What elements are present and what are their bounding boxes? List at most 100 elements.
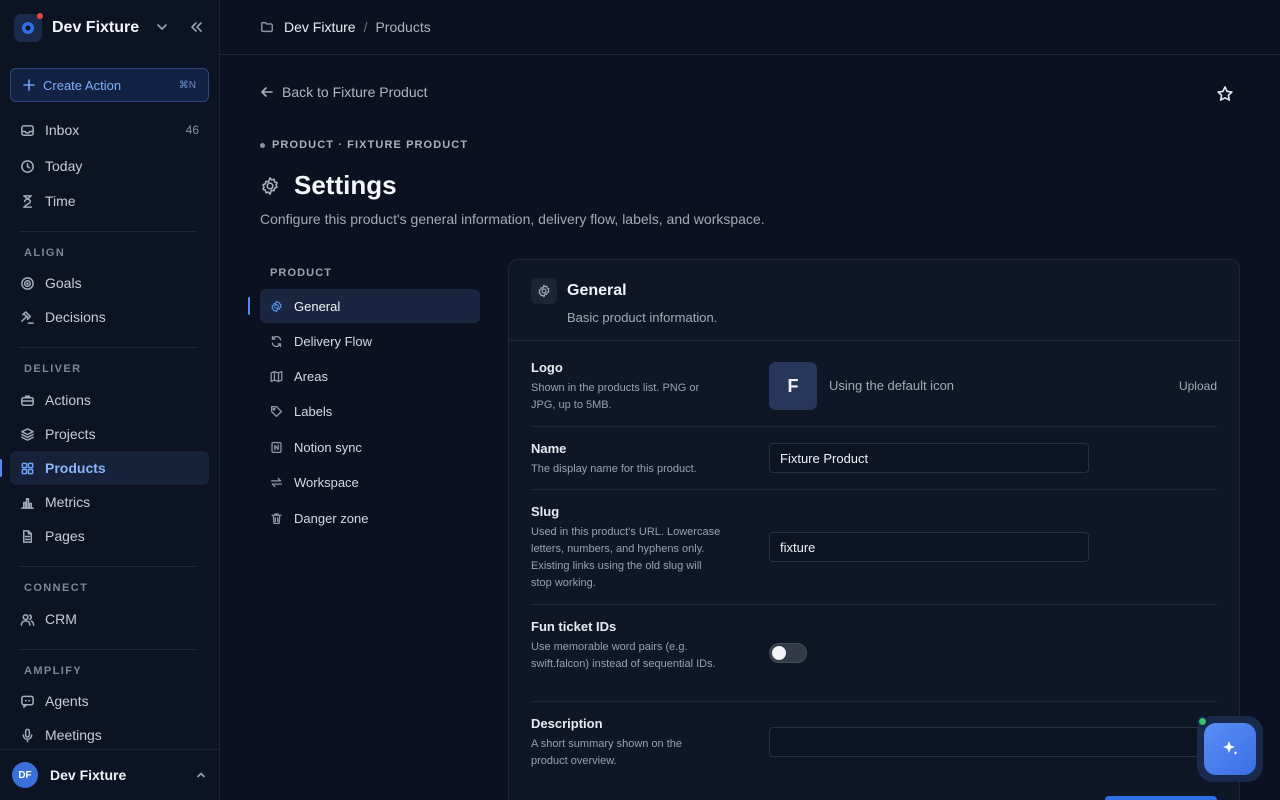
gavel-icon: [21, 310, 34, 324]
settings-nav-heading: PRODUCT: [270, 267, 333, 279]
assistant-button[interactable]: [1197, 716, 1263, 782]
arrow-left-icon: [261, 87, 273, 97]
nav-item-today[interactable]: Today: [10, 149, 209, 183]
nav-item-label: Actions: [45, 392, 91, 408]
settings-nav-notion-sync[interactable]: Notion sync: [260, 430, 480, 464]
favorite-star-icon[interactable]: [1216, 85, 1234, 103]
settings-nav-label: General: [294, 298, 341, 314]
breadcrumb-workspace[interactable]: Dev Fixture: [284, 19, 356, 35]
settings-nav-label: Areas: [294, 368, 328, 384]
nav-item-metrics[interactable]: Metrics: [10, 485, 209, 519]
map-icon: [270, 370, 283, 382]
settings-nav-labels[interactable]: Labels: [260, 394, 480, 428]
breadcrumb-separator: /: [363, 19, 368, 35]
gear-icon: [271, 300, 282, 312]
fun-ticket-ids-toggle[interactable]: [769, 643, 807, 663]
settings-nav-label: Delivery Flow: [294, 333, 373, 349]
product-logo: F: [769, 362, 817, 410]
active-indicator: [248, 297, 250, 315]
row-divider: [531, 701, 1217, 702]
nav-item-goals[interactable]: Goals: [10, 266, 209, 300]
description-field: Description A short summary shown on the…: [531, 716, 1217, 776]
settings-nav-workspace[interactable]: Workspace: [260, 465, 480, 499]
nav-item-projects[interactable]: Projects: [10, 417, 209, 451]
chevron-down-icon[interactable]: [155, 20, 169, 34]
name-field: Name The display name for this product. …: [531, 441, 1217, 491]
sidebar: Dev Fixture Create Action ⌘N Inbox 46 To…: [0, 0, 220, 800]
field-label: Description: [531, 716, 603, 731]
nav-item-crm[interactable]: CRM: [10, 602, 209, 636]
settings-nav-areas[interactable]: Areas: [260, 359, 480, 393]
section-label-align: ALIGN: [24, 247, 66, 259]
create-action-button[interactable]: Create Action ⌘N: [10, 68, 209, 102]
settings-nav-general[interactable]: General: [260, 289, 480, 323]
assistant-button-face: [1204, 723, 1256, 775]
file-icon: [23, 529, 32, 543]
slug-field: Slug Used in this product's URL. Lowerca…: [531, 504, 1217, 594]
name-input[interactable]: Fixture Product: [769, 443, 1089, 473]
toggle-knob: [772, 646, 786, 660]
folder-icon: [260, 20, 274, 34]
nav-item-actions[interactable]: Actions: [10, 383, 209, 417]
user-menu[interactable]: DF Dev Fixture: [0, 749, 219, 800]
inbox-count-badge: 46: [185, 123, 199, 137]
field-label: Fun ticket IDs: [531, 619, 617, 634]
back-link[interactable]: Back to Fixture Product: [260, 84, 428, 100]
user-name: Dev Fixture: [50, 767, 127, 783]
nav-item-meetings[interactable]: Meetings: [10, 718, 209, 752]
eyebrow-dot: [260, 142, 265, 148]
refresh-icon: [271, 335, 282, 347]
settings-nav-label: Notion sync: [294, 439, 362, 455]
nav-item-pages[interactable]: Pages: [10, 519, 209, 553]
card-header: General Basic product information.: [509, 260, 1239, 341]
nav-item-label: Projects: [45, 426, 96, 442]
grid-icon: [21, 462, 34, 474]
nav-item-products[interactable]: Products: [10, 451, 209, 485]
nav-item-label: Decisions: [45, 309, 106, 325]
layers-icon: [21, 427, 34, 441]
nav-item-label: Today: [45, 158, 83, 174]
logo-status: Using the default icon: [829, 378, 955, 393]
general-settings-card: General Basic product information. Logo …: [508, 259, 1240, 800]
settings-nav-danger-zone[interactable]: Danger zone: [260, 501, 480, 535]
sparkle-icon: [1223, 741, 1238, 755]
inbox-icon: [21, 124, 34, 136]
save-button[interactable]: [1105, 796, 1217, 800]
clock-icon: [21, 159, 34, 173]
field-help: Used in this product's URL. Lowercase le…: [531, 526, 721, 589]
chevron-up-icon: [195, 769, 207, 781]
field-help: A short summary shown on the product ove…: [531, 738, 683, 767]
settings-nav-delivery-flow[interactable]: Delivery Flow: [260, 324, 480, 358]
workspace-name: Dev Fixture: [52, 18, 140, 36]
nav-item-label: CRM: [45, 611, 77, 627]
hourglass-icon: [23, 194, 32, 208]
field-help: Use memorable word pairs (e.g. swift.fal…: [531, 641, 716, 670]
workspace-header[interactable]: Dev Fixture: [0, 0, 219, 55]
description-input[interactable]: [769, 727, 1216, 757]
upload-button[interactable]: Upload: [1179, 379, 1217, 393]
back-link-label: Back to Fixture Product: [282, 84, 428, 100]
notification-dot: [37, 12, 43, 19]
nav-item-inbox[interactable]: Inbox 46: [10, 113, 209, 147]
plus-icon: [23, 79, 35, 91]
nav-item-decisions[interactable]: Decisions: [10, 300, 209, 334]
fun-ticket-ids-field: Fun ticket IDs Use memorable word pairs …: [531, 619, 1217, 689]
page-title: Settings: [294, 170, 397, 200]
settings-nav-label: Danger zone: [294, 510, 369, 526]
settings-nav-label: Workspace: [294, 474, 359, 490]
section-label-deliver: DELIVER: [24, 363, 82, 375]
nav-item-label: Metrics: [45, 494, 91, 510]
nav-item-agents[interactable]: Agents: [10, 684, 209, 718]
eyebrow: PRODUCT · FIXTURE PRODUCT: [260, 139, 468, 151]
collapse-sidebar-icon[interactable]: [189, 20, 203, 34]
row-divider: [531, 426, 1217, 427]
breadcrumb-current[interactable]: Products: [375, 19, 430, 35]
slug-input[interactable]: fixture: [769, 532, 1089, 562]
row-divider: [531, 489, 1217, 490]
target-icon: [21, 276, 34, 290]
nav-item-label: Goals: [45, 275, 82, 291]
nav-item-label: Meetings: [45, 727, 102, 743]
card-title: General: [567, 282, 627, 299]
nav-item-time[interactable]: Time: [10, 184, 209, 218]
gear-icon: [531, 278, 557, 304]
